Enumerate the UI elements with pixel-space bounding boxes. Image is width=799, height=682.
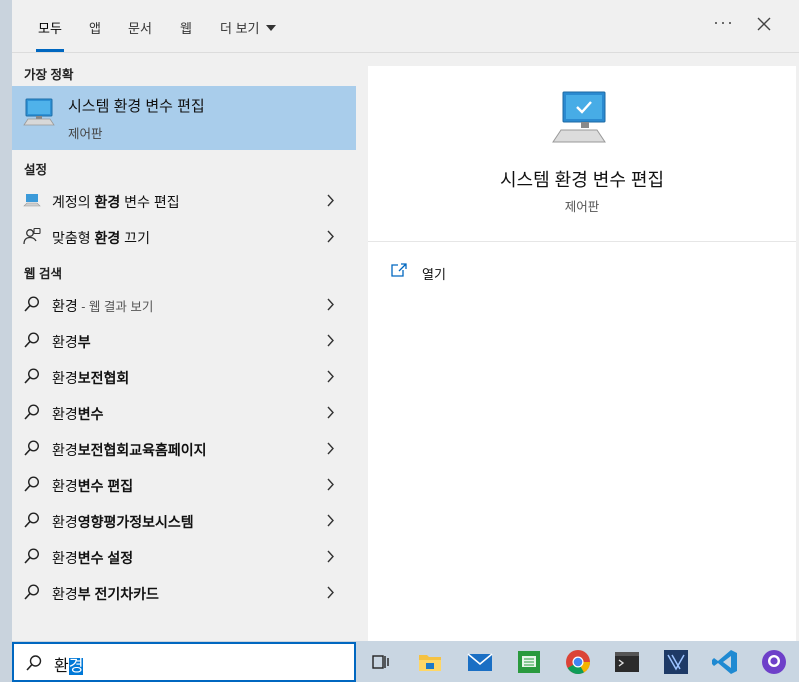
monitor-large-icon — [552, 91, 606, 143]
github-desktop-icon[interactable] — [759, 647, 789, 677]
chevron-right-icon — [327, 406, 334, 419]
search-icon — [24, 548, 40, 564]
chevron-right-icon — [327, 550, 334, 563]
chevron-right-icon — [327, 370, 334, 383]
settings-item-label: 계정의 환경 변수 편집 — [52, 194, 180, 210]
web-search-item[interactable]: 환경부 전기차카드 — [12, 574, 356, 610]
section-best-match: 가장 정확 — [24, 68, 74, 82]
divider — [368, 241, 796, 242]
vscode-icon[interactable] — [710, 647, 740, 677]
filter-tabs: 모두 앱 문서 웹 더 보기 ··· — [12, 0, 799, 53]
search-icon — [24, 404, 40, 420]
search-icon — [24, 296, 40, 312]
search-icon — [24, 512, 40, 528]
web-search-item[interactable]: 환경보전협회교육홈페이지 — [12, 430, 356, 466]
search-icon — [24, 440, 40, 456]
web-search-label: 환경변수 편집 — [52, 478, 134, 494]
search-input[interactable]: 환경 — [12, 642, 356, 682]
search-icon — [24, 332, 40, 348]
caret-down-icon — [266, 25, 277, 31]
search-query: 환경 — [54, 652, 84, 676]
file-explorer-icon[interactable] — [415, 647, 445, 677]
preview-title: 시스템 환경 변수 편집 — [499, 170, 665, 190]
active-tab-indicator — [36, 49, 64, 52]
web-search-label: 환경보전협회교육홈페이지 — [52, 442, 207, 458]
taskbar — [356, 641, 799, 682]
mail-icon[interactable] — [465, 647, 495, 677]
monitor-icon — [23, 98, 55, 126]
open-external-icon — [391, 263, 407, 277]
person-feedback-icon — [23, 227, 41, 245]
network-tool-icon[interactable] — [661, 647, 691, 677]
settings-item-tailored-experience[interactable]: 맞춤형 환경 끄기 — [12, 218, 356, 254]
web-search-label: 환경 - 웹 결과 보기 — [52, 298, 154, 314]
chevron-right-icon — [327, 298, 334, 311]
close-icon[interactable] — [755, 15, 773, 33]
search-typed-text: 환 — [54, 658, 69, 675]
tab-all-label: 모두 — [38, 21, 62, 36]
web-search-item[interactable]: 환경변수 — [12, 394, 356, 430]
more-options-icon: ··· — [713, 12, 734, 32]
preview-pane: 시스템 환경 변수 편집 제어판 열기 — [368, 66, 796, 641]
best-match-subtitle: 제어판 — [68, 127, 103, 141]
search-icon — [24, 368, 40, 384]
settings-item-account-env[interactable]: 계정의 환경 변수 편집 — [12, 182, 356, 218]
terminal-icon[interactable] — [612, 647, 642, 677]
spreadsheet-icon[interactable] — [514, 647, 544, 677]
tab-all[interactable]: 모두 — [36, 18, 64, 52]
chevron-right-icon — [327, 514, 334, 527]
search-icon — [24, 584, 40, 600]
tab-more-label: 더 보기 — [220, 21, 260, 36]
section-web-search: 웹 검색 — [24, 267, 62, 281]
tab-more[interactable]: 더 보기 — [220, 18, 277, 52]
search-icon — [24, 476, 40, 492]
chevron-right-icon — [327, 586, 334, 599]
web-search-label: 환경부 전기차카드 — [52, 586, 159, 602]
preview-subtitle: 제어판 — [564, 200, 600, 214]
best-match-title: 시스템 환경 변수 편집 — [68, 98, 205, 115]
tab-apps-label: 앱 — [89, 21, 101, 36]
web-search-label: 환경영향평가정보시스템 — [52, 514, 194, 530]
open-label: 열기 — [422, 267, 446, 282]
chevron-right-icon — [327, 194, 334, 207]
web-search-label: 환경변수 설정 — [52, 550, 134, 566]
web-search-item[interactable]: 환경보전협회 — [12, 358, 356, 394]
chevron-right-icon — [327, 478, 334, 491]
chevron-right-icon — [327, 442, 334, 455]
task-view-icon[interactable] — [365, 647, 395, 677]
web-search-item[interactable]: 환경변수 편집 — [12, 466, 356, 502]
search-icon — [26, 655, 42, 671]
chrome-icon[interactable] — [563, 647, 593, 677]
web-search-item[interactable]: 환경변수 설정 — [12, 538, 356, 574]
tab-web[interactable]: 웹 — [180, 18, 192, 52]
chevron-right-icon — [327, 334, 334, 347]
web-search-label: 환경보전협회 — [52, 370, 130, 386]
tab-apps[interactable]: 앱 — [89, 18, 101, 52]
best-match-item[interactable]: 시스템 환경 변수 편집 제어판 — [12, 86, 356, 150]
chevron-right-icon — [327, 230, 334, 243]
web-search-item[interactable]: 환경부 — [12, 322, 356, 358]
search-selected-text: 경 — [68, 658, 84, 675]
settings-item-label: 맞춤형 환경 끄기 — [52, 230, 150, 246]
web-search-item[interactable]: 환경영향평가정보시스템 — [12, 502, 356, 538]
web-search-item[interactable]: 환경 - 웹 결과 보기 — [12, 286, 356, 322]
section-settings: 설정 — [24, 163, 48, 177]
tab-documents-label: 문서 — [128, 21, 152, 36]
tab-documents[interactable]: 문서 — [128, 18, 152, 52]
monitor-small-icon — [23, 194, 41, 207]
more-options-button[interactable]: ··· — [713, 12, 734, 33]
results-list: 가장 정확 시스템 환경 변수 편집 제어판 설정 계정의 환경 변수 편집 맞… — [12, 53, 356, 641]
web-search-label: 환경변수 — [52, 406, 104, 422]
tab-web-label: 웹 — [180, 21, 192, 36]
search-panel: 모두 앱 문서 웹 더 보기 ··· 가장 정확 시스템 환경 변수 편집 제어… — [12, 0, 799, 641]
web-search-label: 환경부 — [52, 334, 91, 350]
